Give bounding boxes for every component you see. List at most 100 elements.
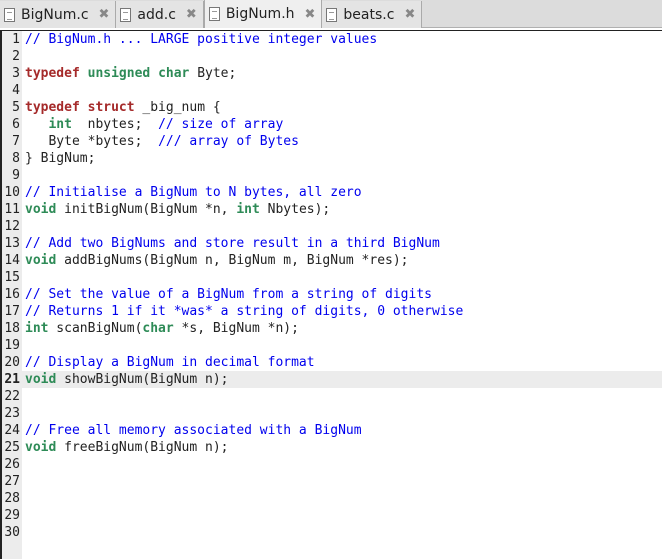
comment: // Initialise a BigNum to N bytes, all z…	[25, 185, 362, 200]
close-icon[interactable]: ✖	[99, 7, 110, 22]
code-line[interactable]: 18 int scanBigNum(char *s, BigNum *n);	[2, 320, 662, 337]
line-number: 12	[4, 219, 20, 234]
code-line[interactable]: 30	[2, 524, 662, 541]
code-line[interactable]: 23	[2, 405, 662, 422]
line-number: 5	[12, 100, 20, 115]
type-keyword: char	[142, 321, 174, 336]
code-line[interactable]: 1 // BigNum.h ... LARGE positive integer …	[2, 31, 662, 48]
code-text: // Display a BigNum in decimal format	[22, 354, 315, 371]
tab-bignum-c[interactable]: BigNum.c ✖	[0, 1, 117, 28]
code-line[interactable]: 27	[2, 473, 662, 490]
tab-bignum-h[interactable]: BigNum.h ✖	[203, 0, 323, 28]
code-token: Byte *bytes;	[25, 134, 159, 149]
line-number: 27	[4, 474, 20, 489]
line-number: 3	[12, 66, 20, 81]
code-token: initBigNum(BigNum *n,	[56, 202, 237, 217]
code-token: *s, BigNum *n);	[173, 321, 299, 336]
code-line[interactable]: 12	[2, 218, 662, 235]
code-line[interactable]: 2	[2, 48, 662, 65]
tab-beats-c[interactable]: beats.c ✖	[322, 1, 423, 28]
code-line[interactable]: 29	[2, 507, 662, 524]
line-number: 6	[12, 117, 20, 132]
code-line[interactable]: 15	[2, 269, 662, 286]
code-token: nbytes;	[71, 117, 159, 132]
tab-label: add.c	[137, 6, 176, 23]
comment: // Display a BigNum in decimal format	[25, 355, 315, 370]
line-number: 19	[4, 338, 20, 353]
tab-add-c[interactable]: add.c ✖	[116, 1, 204, 28]
code-editor[interactable]: 1 // BigNum.h ... LARGE positive integer …	[0, 30, 662, 559]
code-line[interactable]: 3 typedef unsigned char Byte;	[2, 65, 662, 82]
code-line[interactable]: 16 // Set the value of a BigNum from a st…	[2, 286, 662, 303]
code-text: int nbytes; // size of array	[22, 116, 283, 133]
line-number: 30	[4, 525, 20, 540]
line-number: 18	[4, 321, 20, 336]
code-line[interactable]: 7 Byte *bytes; /// array of Bytes	[2, 133, 662, 150]
keyword: typedef struct	[25, 100, 135, 115]
line-number: 20	[4, 355, 20, 370]
code-line[interactable]: 24 // Free all memory associated with a B…	[2, 422, 662, 439]
code-line[interactable]: 26	[2, 456, 662, 473]
code-line[interactable]: 25 void freeBigNum(BigNum n);	[2, 439, 662, 456]
line-number: 7	[12, 134, 20, 149]
type-keyword: int	[48, 117, 72, 132]
line-number: 22	[4, 389, 20, 404]
code-line[interactable]: 28	[2, 490, 662, 507]
code-lines: 1 // BigNum.h ... LARGE positive integer …	[2, 31, 662, 541]
code-line[interactable]: 4	[2, 82, 662, 99]
line-number: 2	[12, 49, 20, 64]
line-number: 15	[4, 270, 20, 285]
code-text: // Returns 1 if it *was* a string of dig…	[22, 303, 463, 320]
code-token: Nbytes);	[259, 202, 331, 217]
code-line[interactable]: 20 // Display a BigNum in decimal format	[2, 354, 662, 371]
code-line[interactable]: 11 void initBigNum(BigNum *n, int Nbytes)…	[2, 201, 662, 218]
code-token: showBigNum(BigNum n);	[56, 372, 229, 387]
comment: // size of array	[158, 117, 284, 132]
code-text: void freeBigNum(BigNum n);	[22, 439, 229, 456]
type-keyword: unsigned char	[79, 66, 190, 81]
line-number: 14	[4, 253, 20, 268]
code-line[interactable]: 10 // Initialise a BigNum to N bytes, all…	[2, 184, 662, 201]
close-icon[interactable]: ✖	[305, 7, 316, 22]
code-line[interactable]: 8} BigNum;	[2, 150, 662, 167]
code-line[interactable]: 22	[2, 388, 662, 405]
code-text: // Initialise a BigNum to N bytes, all z…	[22, 184, 362, 201]
code-line[interactable]: 17 // Returns 1 if it *was* a string of d…	[2, 303, 662, 320]
type-keyword: void	[25, 372, 57, 387]
keyword: typedef	[25, 66, 80, 81]
type-keyword: void	[25, 253, 57, 268]
line-number: 21	[4, 372, 20, 387]
code-line[interactable]: 14 void addBigNums(BigNum n, BigNum m, Bi…	[2, 252, 662, 269]
line-number: 9	[12, 168, 20, 183]
type-keyword: int	[25, 321, 49, 336]
type-keyword: void	[25, 440, 57, 455]
code-line[interactable]: 6 int nbytes; // size of array	[2, 116, 662, 133]
code-line[interactable]: 19	[2, 337, 662, 354]
code-line[interactable]: 21 void showBigNum(BigNum n);	[2, 371, 662, 388]
code-line[interactable]: 9	[2, 167, 662, 184]
code-line[interactable]: 5 typedef struct _big_num {	[2, 99, 662, 116]
comment: // Set the value of a BigNum from a stri…	[25, 287, 432, 302]
code-text: // Set the value of a BigNum from a stri…	[22, 286, 432, 303]
code-line[interactable]: 13 // Add two BigNums and store result in…	[2, 235, 662, 252]
tab-label: beats.c	[343, 6, 395, 23]
code-token: freeBigNum(BigNum n);	[56, 440, 229, 455]
close-icon[interactable]: ✖	[186, 7, 197, 22]
code-text: void initBigNum(BigNum *n, int Nbytes);	[22, 201, 330, 218]
comment: /// array of Bytes	[158, 134, 299, 149]
close-icon[interactable]: ✖	[404, 7, 415, 22]
type-keyword: void	[25, 202, 57, 217]
